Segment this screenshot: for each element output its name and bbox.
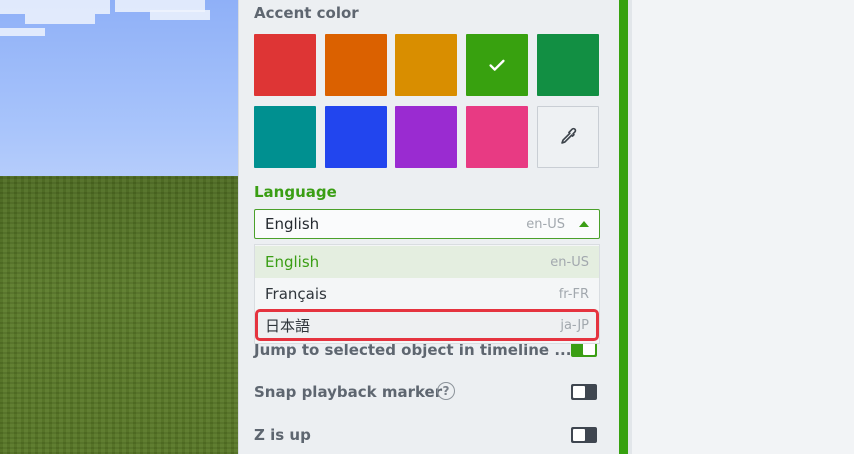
language-option-label: English — [265, 253, 320, 271]
caret-up-icon — [579, 221, 589, 227]
accent-color-label: Accent color — [254, 4, 359, 22]
z-is-up-toggle[interactable] — [571, 427, 597, 443]
language-option-code: fr-FR — [558, 286, 589, 302]
language-option-label: 日本語 — [265, 316, 311, 335]
help-icon[interactable]: ? — [437, 382, 455, 400]
language-label: Language — [254, 183, 337, 201]
accent-swatch[interactable] — [325, 106, 387, 168]
accent-divider — [619, 0, 628, 454]
grass-ground — [0, 176, 238, 454]
accent-swatch[interactable] — [395, 106, 457, 168]
accent-swatch[interactable] — [325, 34, 387, 96]
viewport-3d[interactable] — [0, 0, 238, 454]
snap-playback-toggle[interactable] — [571, 384, 597, 400]
language-option-code: ja-JP — [560, 317, 589, 333]
language-option-label: Français — [265, 285, 327, 303]
language-dropdown: English en-US Français fr-FR 日本語 ja-JP — [254, 244, 600, 344]
z-is-up-label: Z is up — [254, 426, 311, 444]
cloud — [0, 0, 110, 14]
accent-swatch[interactable] — [254, 106, 316, 168]
checkmark-icon — [489, 59, 505, 71]
accent-swatch[interactable] — [537, 34, 599, 96]
cloud — [150, 10, 210, 20]
accent-swatch[interactable] — [466, 106, 528, 168]
eyedropper-icon — [561, 127, 577, 144]
language-select-code: en-US — [526, 216, 565, 232]
language-option-english[interactable]: English en-US — [255, 246, 599, 278]
language-select-value: English — [265, 215, 320, 233]
settings-panel: Accent color Language English en-US Jump… — [238, 0, 620, 454]
language-option-japanese[interactable]: 日本語 ja-JP — [255, 309, 599, 341]
accent-swatch[interactable] — [466, 34, 528, 96]
cloud — [25, 14, 95, 24]
color-picker-button[interactable] — [537, 106, 599, 168]
side-area — [628, 0, 854, 454]
language-option-french[interactable]: Français fr-FR — [255, 278, 599, 310]
snap-playback-label: Snap playback marker — [254, 383, 443, 401]
sky — [0, 0, 238, 180]
cloud — [0, 28, 45, 36]
language-select[interactable]: English en-US — [254, 209, 600, 239]
accent-swatch[interactable] — [254, 34, 316, 96]
accent-swatch[interactable] — [395, 34, 457, 96]
language-option-code: en-US — [550, 254, 589, 270]
